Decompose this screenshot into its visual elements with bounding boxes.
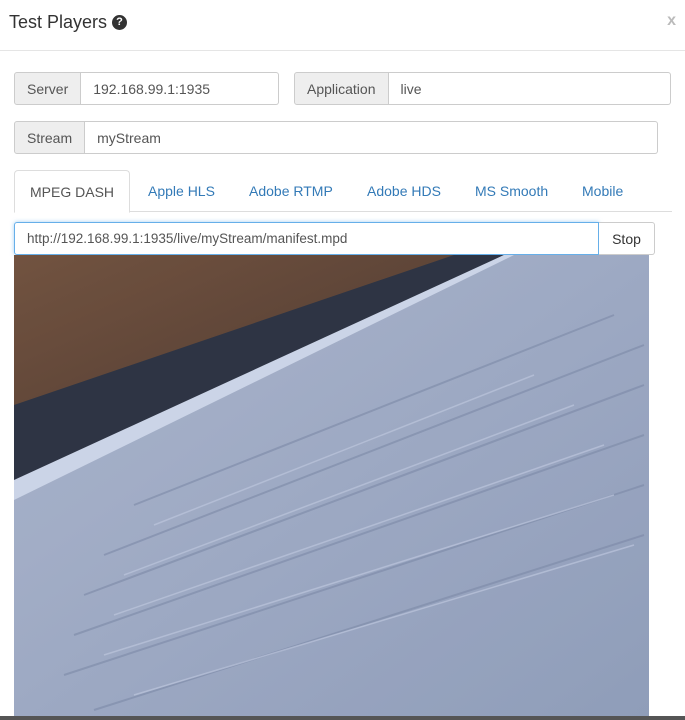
dialog-title: Test Players ?	[9, 11, 128, 33]
server-field[interactable]: 192.168.99.1:1935	[81, 72, 279, 105]
bottom-edge	[0, 716, 685, 720]
tab-mobile[interactable]: Mobile	[582, 170, 623, 212]
player-tabs: MPEG DASH Apple HLS Adobe RTMP Adobe HDS…	[14, 170, 672, 213]
stop-button[interactable]: Stop	[599, 222, 655, 255]
dialog-title-text: Test Players	[9, 12, 108, 32]
tab-apple-hls[interactable]: Apple HLS	[148, 170, 215, 212]
video-frame-image	[14, 255, 649, 716]
application-input-group: Application live	[294, 72, 671, 105]
application-field[interactable]: live	[388, 72, 671, 105]
application-label: Application	[294, 72, 389, 105]
server-input-group: Server 192.168.99.1:1935	[14, 72, 279, 105]
dialog-header: Test Players ? x	[0, 0, 685, 51]
stream-input-group: Stream myStream	[14, 121, 658, 154]
player-url-input[interactable]: http://192.168.99.1:1935/live/myStream/m…	[14, 222, 599, 255]
test-players-dialog: Test Players ? x Server 192.168.99.1:193…	[0, 0, 685, 716]
close-button[interactable]: x	[667, 12, 676, 30]
tab-adobe-rtmp[interactable]: Adobe RTMP	[249, 170, 333, 212]
stream-field[interactable]: myStream	[85, 121, 658, 154]
question-circle-icon[interactable]: ?	[112, 14, 128, 30]
stream-label: Stream	[14, 121, 86, 154]
tab-ms-smooth[interactable]: MS Smooth	[475, 170, 548, 212]
video-player[interactable]	[14, 255, 649, 716]
server-label: Server	[14, 72, 82, 105]
tab-adobe-hds[interactable]: Adobe HDS	[367, 170, 441, 212]
player-url-row: http://192.168.99.1:1935/live/myStream/m…	[14, 222, 655, 255]
tab-mpeg-dash[interactable]: MPEG DASH	[14, 170, 131, 213]
